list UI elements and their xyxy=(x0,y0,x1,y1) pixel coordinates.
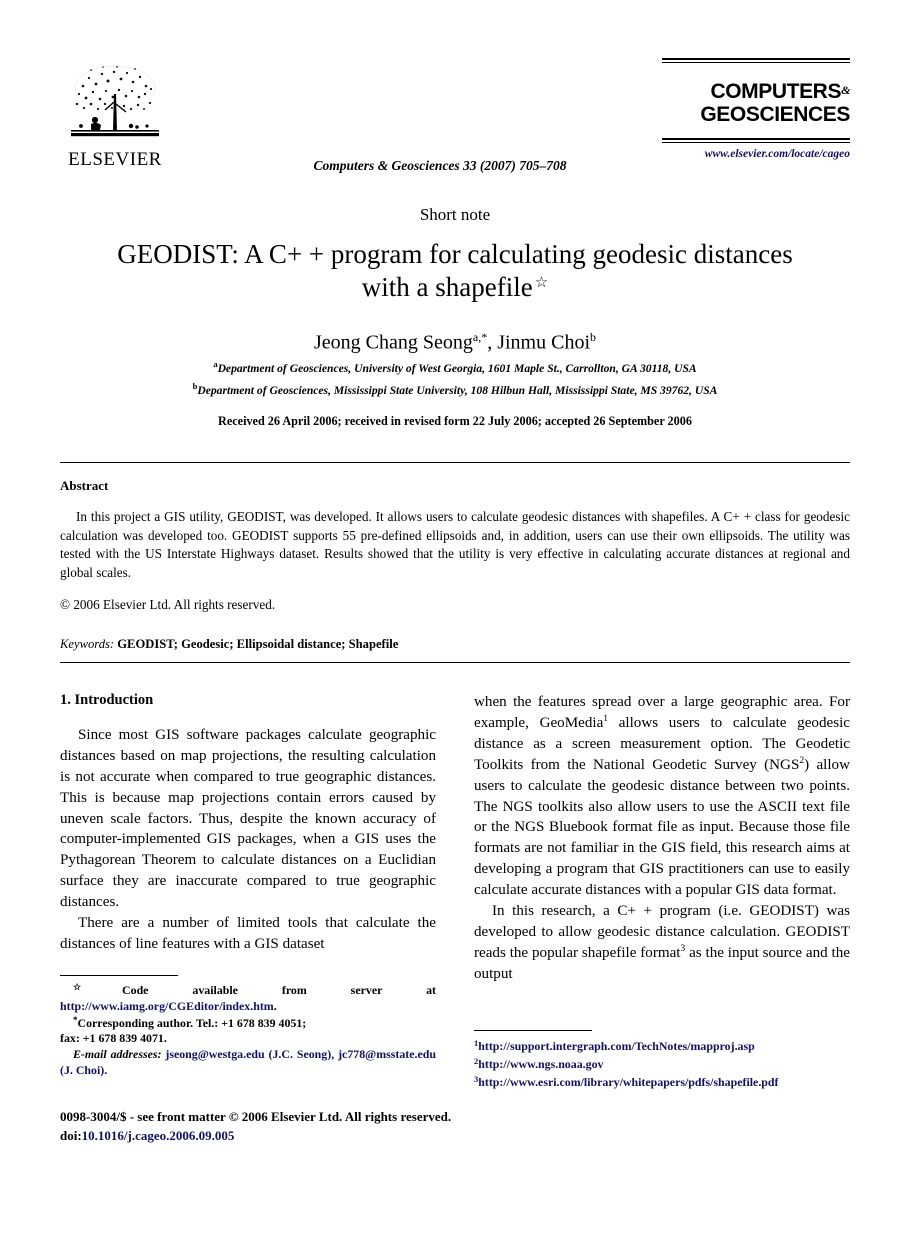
divider-above-abstract xyxy=(60,462,850,463)
left-paragraph-1: Since most GIS software packages calcula… xyxy=(60,727,436,911)
footnote-code-text: Code available from server at xyxy=(122,983,436,997)
journal-brand-block: COMPUTERS& GEOSCIENCES www.elsevier.com/… xyxy=(662,58,850,160)
doi-label: doi: xyxy=(60,1127,82,1143)
brand-ampersand: & xyxy=(841,83,850,97)
footnote-rule-left xyxy=(60,975,178,976)
footnote-email-addresses: E-mail addresses: jseong@westga.edu (J.C… xyxy=(60,1047,436,1079)
title-footnote-star[interactable]: ☆ xyxy=(533,275,548,291)
footnote-url-2[interactable]: 2http://www.ngs.noaa.gov xyxy=(474,1055,850,1073)
footnote-email-1-owner: (J.C. Seong), xyxy=(264,1047,339,1062)
abstract-heading: Abstract xyxy=(60,478,109,493)
page-title: GEODIST: A C+ + program for calculating … xyxy=(60,238,850,304)
right-par1-seg-c: ) allow users to calculate the geodesic … xyxy=(474,756,850,899)
author-1-marks: a,* xyxy=(472,329,488,344)
footnote-email-2[interactable]: jc778@msstate.edu xyxy=(338,1047,436,1061)
issn-frontmatter-line: 0098-3004/$ - see front matter © 2006 El… xyxy=(60,1109,452,1124)
affiliation-a: aDepartment of Geosciences, University o… xyxy=(60,358,850,378)
footnote-email-1[interactable]: jseong@westga.edu xyxy=(165,1047,264,1061)
footnote-corresponding-author: *Corresponding author. Tel.: +1 678 839 … xyxy=(60,1015,436,1032)
footnote-code-availability: ☆Code available from server at http://ww… xyxy=(60,982,436,1015)
abstract-copyright: © 2006 Elsevier Ltd. All rights reserved… xyxy=(60,597,276,613)
journal-reference: Computers & Geosciences 33 (2007) 705–70… xyxy=(313,158,567,173)
footnote-code-link[interactable]: http://www.iamg.org/CGEditor/index.htm xyxy=(60,999,274,1013)
author-2-marks: b xyxy=(590,329,596,344)
affiliation-b-text: Department of Geosciences, Mississippi S… xyxy=(197,384,718,398)
footnotes-right: 1http://support.intergraph.com/TechNotes… xyxy=(474,1030,850,1091)
keywords-label: Keywords: xyxy=(60,636,115,651)
affiliation-a-text: Department of Geosciences, University of… xyxy=(217,361,697,375)
section-heading-introduction: 1. Introduction xyxy=(60,692,154,708)
article-dates: Received 26 April 2006; received in revi… xyxy=(218,413,692,428)
masthead: ELSEVIER Computers & Geosciences 33 (200… xyxy=(60,50,850,200)
footnote-url-2-text[interactable]: http://www.ngs.noaa.gov xyxy=(478,1057,603,1071)
footnote-code-period: . xyxy=(273,998,277,1013)
column-left: 1. Introduction Since most GIS software … xyxy=(60,692,436,955)
footnote-fax: fax: +1 678 839 4071. xyxy=(60,1031,167,1046)
brand-rule-bottom xyxy=(662,138,850,144)
footnote-corresponding-text: Corresponding author. Tel.: +1 678 839 4… xyxy=(77,1015,307,1030)
author-1-name: Jeong Chang Seong xyxy=(313,331,473,354)
article-category: Short note xyxy=(419,205,491,224)
author-2-name: , Jinmu Choi xyxy=(487,331,590,354)
footnote-email-label: E-mail addresses: xyxy=(73,1047,162,1062)
brand-title-line1: COMPUTERS& xyxy=(662,80,850,104)
left-paragraph-2: There are a number of limited tools that… xyxy=(60,915,436,952)
elsevier-tree-logo-icon xyxy=(71,65,159,137)
column-right: when the features spread over a large ge… xyxy=(474,692,850,985)
footnote-email-2-owner: (J. Choi). xyxy=(60,1063,108,1078)
brand-title-computers: COMPUTERS xyxy=(710,80,842,103)
right-paragraph-1: when the features spread over a large ge… xyxy=(474,692,850,901)
brand-rule-top xyxy=(662,58,850,63)
keywords-values: GEODIST; Geodesic; Ellipsoidal distance;… xyxy=(117,636,399,651)
imprint-block: 0098-3004/$ - see front matter © 2006 El… xyxy=(60,1108,560,1146)
footnote-url-3-text[interactable]: http://www.esri.com/library/whitepapers/… xyxy=(478,1075,778,1089)
doi-line: doi:10.1016/j.cageo.2006.09.005 xyxy=(60,1127,560,1146)
abstract-text: In this project a GIS utility, GEODIST, … xyxy=(60,509,850,581)
journal-homepage-url[interactable]: www.elsevier.com/locate/cageo xyxy=(662,148,850,160)
brand-title-geosciences: GEOSCIENCES xyxy=(700,102,850,126)
abstract-block: Abstract In this project a GIS utility, … xyxy=(60,478,850,652)
keywords-line: Keywords: GEODIST; Geodesic; Ellipsoidal… xyxy=(60,637,850,652)
author-list: Jeong Chang Seonga,*, Jinmu Choib xyxy=(60,330,850,355)
footnote-rule-right xyxy=(474,1030,592,1031)
footnote-url-3[interactable]: 3http://www.esri.com/library/whitepapers… xyxy=(474,1073,850,1091)
journal-article-page: ELSEVIER Computers & Geosciences 33 (200… xyxy=(0,0,907,1238)
doi-value[interactable]: 10.1016/j.cageo.2006.09.005 xyxy=(82,1128,235,1143)
affiliation-b: bDepartment of Geosciences, Mississippi … xyxy=(60,380,850,400)
footnote-url-1[interactable]: 1http://support.intergraph.com/TechNotes… xyxy=(474,1037,850,1055)
footnotes-left: ☆Code available from server at http://ww… xyxy=(60,975,436,1079)
paper-title-text: GEODIST: A C+ + program for calculating … xyxy=(117,239,793,302)
footnote-url-1-text[interactable]: http://support.intergraph.com/TechNotes/… xyxy=(478,1039,754,1053)
body-columns: 1. Introduction Since most GIS software … xyxy=(60,692,850,992)
elsevier-wordmark: ELSEVIER xyxy=(68,149,162,170)
divider-below-keywords xyxy=(60,662,850,663)
title-block: Short note GEODIST: A C+ + program for c… xyxy=(60,205,850,429)
footnote-star-mark: ☆ xyxy=(73,982,123,992)
elsevier-logo: ELSEVIER xyxy=(60,60,170,171)
right-paragraph-2: In this research, a C+ + program (i.e. G… xyxy=(474,901,850,985)
